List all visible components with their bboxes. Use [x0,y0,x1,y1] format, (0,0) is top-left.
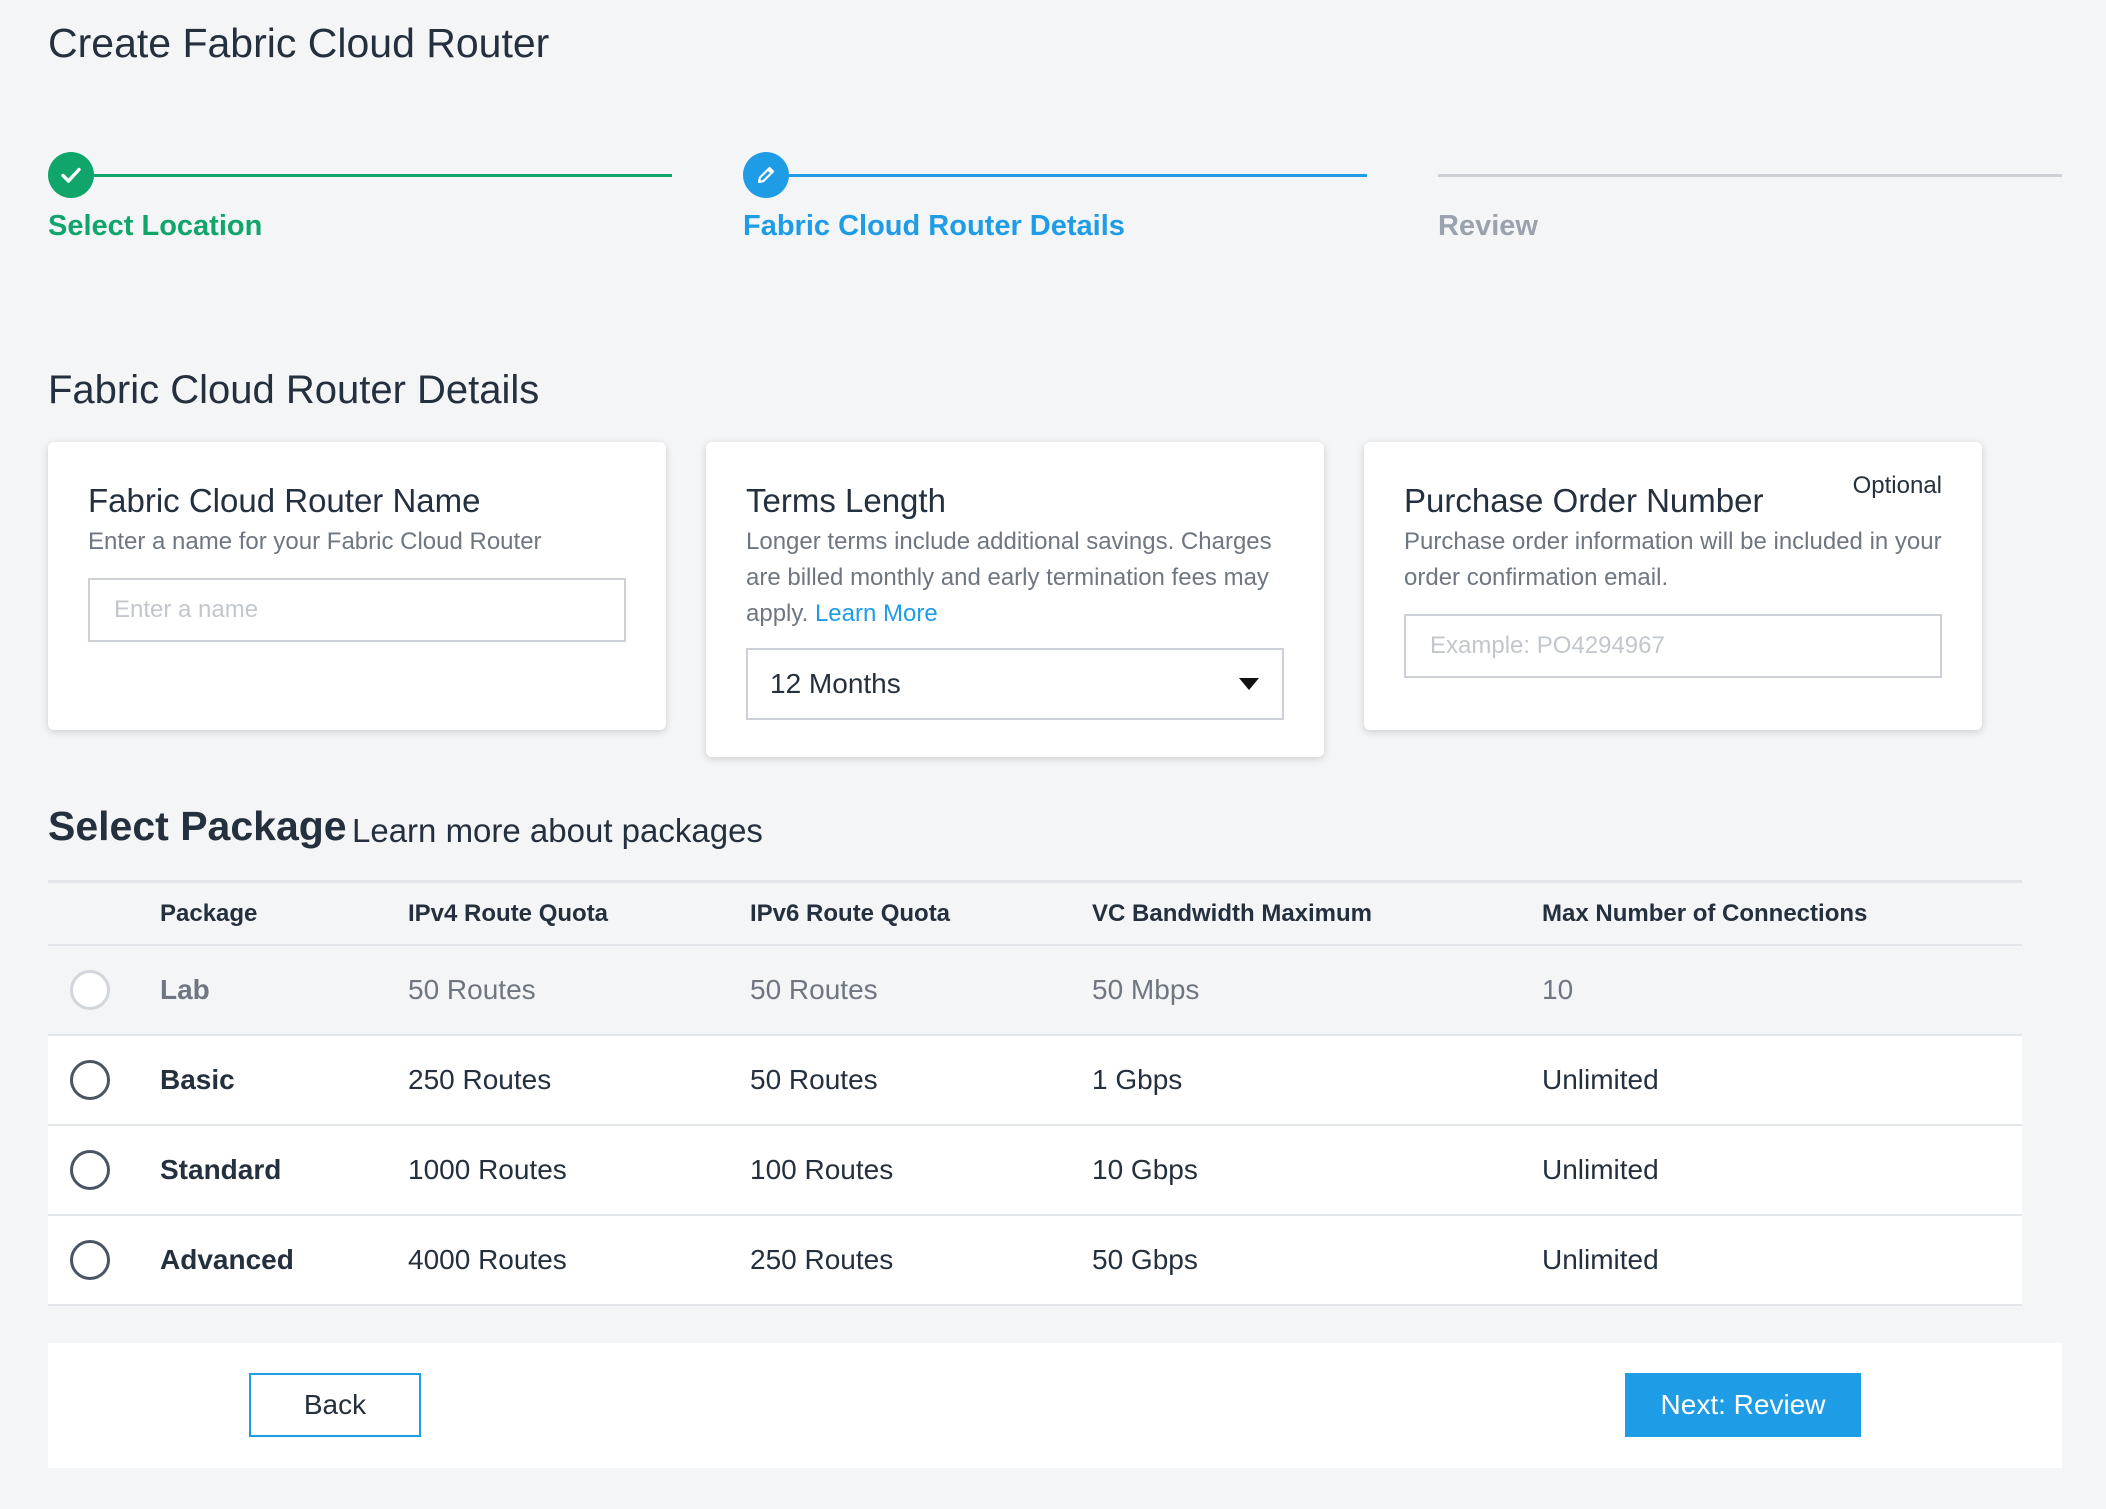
package-table: Package IPv4 Route Quota IPv6 Route Quot… [48,880,2022,1306]
router-name-description: Enter a name for your Fabric Cloud Route… [88,528,542,555]
ipv6-quota: 50 Routes [750,1064,878,1095]
progress-stepper: Select Location Fabric Cloud Router Deta… [48,150,2062,250]
bandwidth-max: 1 Gbps [1092,1064,1183,1095]
table-row[interactable]: Standard 1000 Routes 100 Routes 10 Gbps … [48,1126,2022,1216]
step-label: Review [1438,210,1538,242]
step-label: Fabric Cloud Router Details [743,210,1125,242]
bandwidth-max: 10 Gbps [1092,1154,1198,1185]
bandwidth-max: 50 Mbps [1092,974,1200,1005]
purchase-order-card: Optional Purchase Order Number Purchase … [1364,442,1982,730]
footer-actions: Back Next: Review [48,1343,2062,1468]
ipv6-quota: 100 Routes [750,1154,894,1185]
learn-more-packages-link[interactable]: Learn more about packages [352,812,763,850]
max-connections: Unlimited [1542,1244,1659,1275]
column-header-ipv4: IPv4 Route Quota [408,899,609,927]
create-router-page: Create Fabric Cloud Router Select Locati… [0,0,2106,1509]
ipv4-quota: 1000 Routes [408,1154,567,1185]
max-connections: Unlimited [1542,1154,1659,1185]
step-line [789,174,1367,177]
router-name-title: Fabric Cloud Router Name [88,482,481,519]
max-connections: 10 [1542,974,1574,1005]
terms-length-select[interactable]: 12 Months [746,648,1284,720]
check-icon [48,152,94,198]
back-button[interactable]: Back [249,1373,421,1437]
package-radio-standard[interactable] [70,1126,110,1214]
package-radio-advanced[interactable] [70,1216,110,1304]
select-package-title: Select Package [48,803,347,849]
package-name: Basic [160,1064,235,1095]
table-row: Lab 50 Routes 50 Routes 50 Mbps 10 [48,946,2022,1036]
column-header-bandwidth: VC Bandwidth Maximum [1092,899,1373,927]
terms-length-card: Terms Length Longer terms include additi… [706,442,1324,757]
optional-label: Optional [1852,472,1942,499]
package-name: Advanced [160,1244,294,1275]
purchase-order-description: Purchase order information will be inclu… [1404,528,1942,591]
ipv4-quota: 4000 Routes [408,1244,567,1275]
terms-length-title: Terms Length [746,482,946,519]
package-radio-basic[interactable] [70,1036,110,1124]
package-name: Lab [160,974,210,1005]
caret-down-icon [1239,678,1259,690]
max-connections: Unlimited [1542,1064,1659,1095]
router-name-input[interactable] [88,578,626,642]
step-label: Select Location [48,210,263,242]
table-row[interactable]: Advanced 4000 Routes 250 Routes 50 Gbps … [48,1216,2022,1306]
table-header-row: Package IPv4 Route Quota IPv6 Route Quot… [48,883,2022,946]
package-radio-lab [70,946,110,1034]
column-header-max-connections: Max Number of Connections [1542,899,1868,927]
learn-more-link[interactable]: Learn More [815,600,938,627]
step-line [94,174,672,177]
terms-selected-value: 12 Months [770,668,901,699]
column-header-ipv6: IPv6 Route Quota [750,899,951,927]
package-name: Standard [160,1154,282,1185]
next-review-button[interactable]: Next: Review [1625,1373,1861,1437]
pencil-icon [743,152,789,198]
purchase-order-input[interactable] [1404,614,1942,678]
ipv4-quota: 250 Routes [408,1064,552,1095]
terms-length-description: Longer terms include additional savings.… [746,524,1284,632]
ipv4-quota: 50 Routes [408,974,536,1005]
router-name-card: Fabric Cloud Router Name Enter a name fo… [48,442,666,730]
column-header-package: Package [160,899,258,927]
step-line [1438,174,2062,177]
bandwidth-max: 50 Gbps [1092,1244,1198,1275]
ipv6-quota: 250 Routes [750,1244,894,1275]
table-row[interactable]: Basic 250 Routes 50 Routes 1 Gbps Unlimi… [48,1036,2022,1126]
ipv6-quota: 50 Routes [750,974,878,1005]
page-title: Create Fabric Cloud Router [48,20,550,66]
details-section-title: Fabric Cloud Router Details [48,368,540,412]
